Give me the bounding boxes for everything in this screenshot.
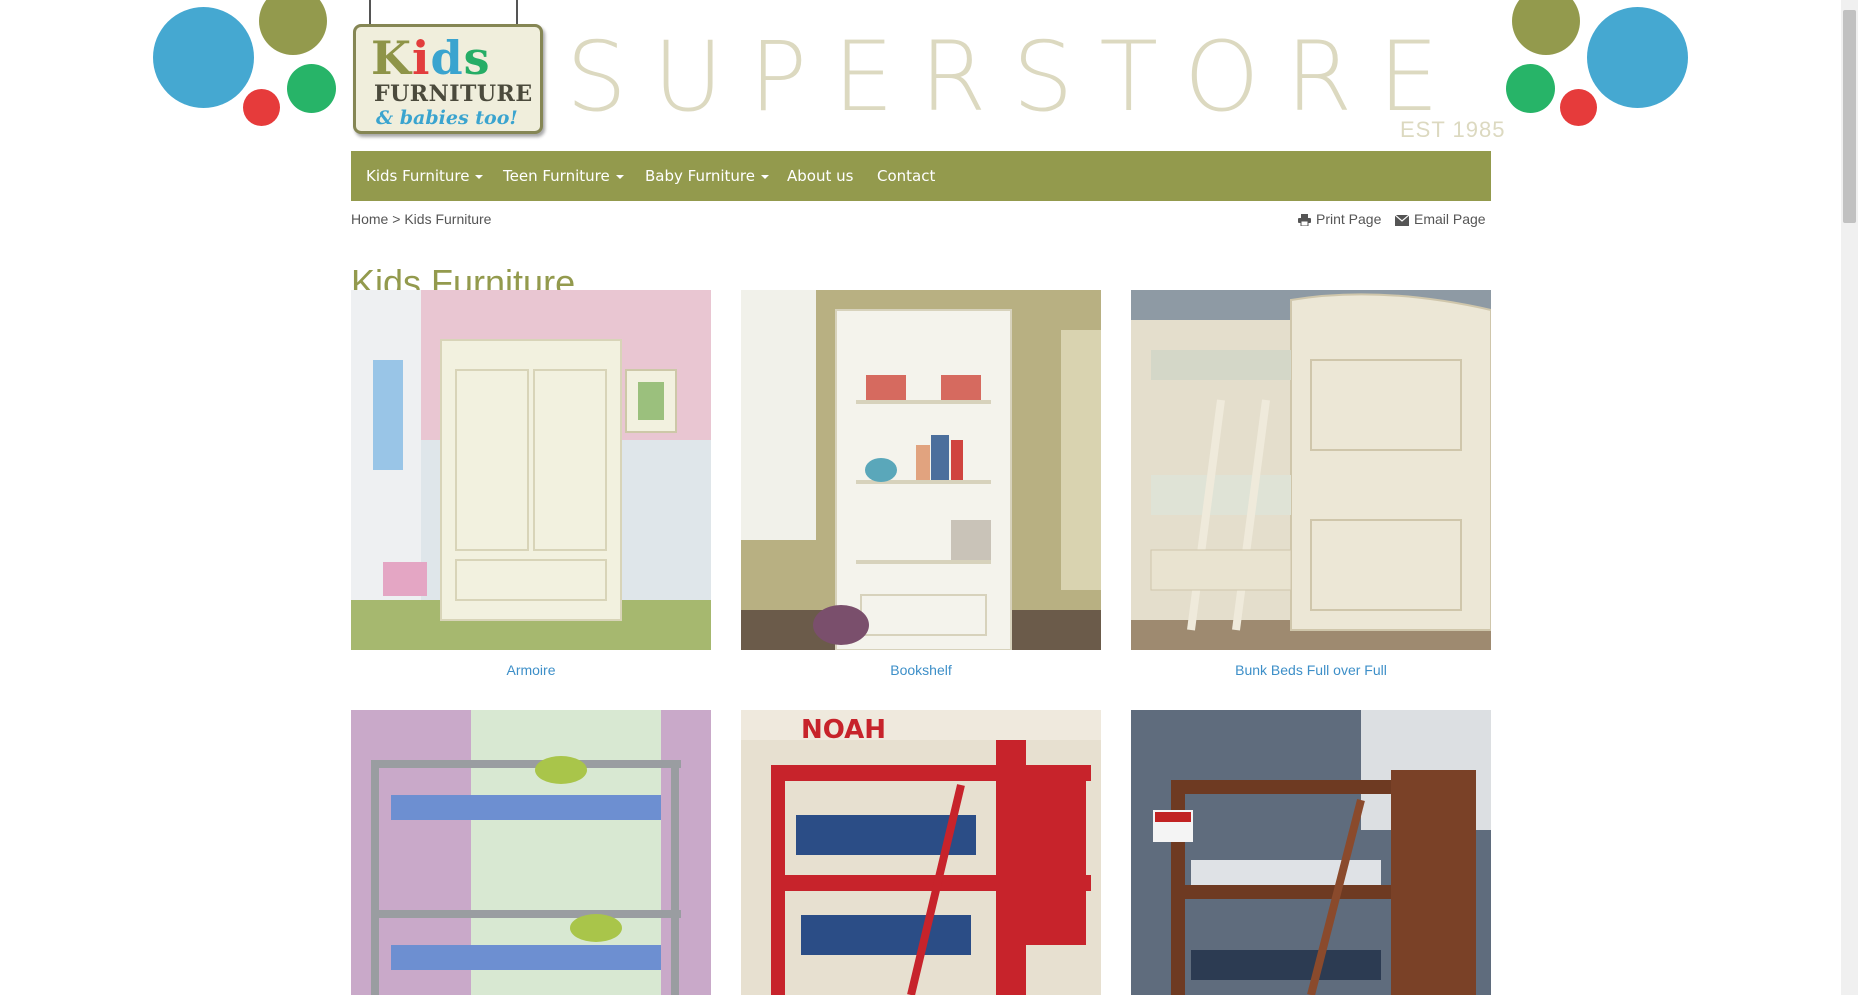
logo-letter: d bbox=[430, 31, 464, 85]
site-logo[interactable]: Kids FURNITURE & babies too! bbox=[351, 0, 545, 134]
main-nav: Kids Furniture Teen Furniture Baby Furni… bbox=[351, 151, 1491, 201]
printer-icon bbox=[1298, 214, 1311, 227]
logo-hanger bbox=[369, 0, 371, 26]
nav-teen-furniture[interactable]: Teen Furniture bbox=[503, 151, 624, 201]
product-image-bunk-beds-full[interactable] bbox=[1131, 290, 1491, 650]
product-image-wood-bunk-bed[interactable] bbox=[1131, 710, 1491, 995]
product-card[interactable]: Bookshelf bbox=[741, 290, 1101, 678]
product-card[interactable]: Armoire bbox=[351, 290, 711, 678]
nav-label: About us bbox=[787, 167, 854, 185]
product-name[interactable]: Bookshelf bbox=[741, 662, 1101, 678]
logo-letter: K bbox=[371, 31, 412, 85]
decor-dot bbox=[153, 7, 254, 108]
product-card[interactable] bbox=[351, 710, 711, 995]
nav-label: Kids Furniture bbox=[366, 167, 470, 185]
nav-label: Teen Furniture bbox=[503, 167, 610, 185]
logo-word: Kids bbox=[371, 35, 491, 81]
email-page-label: Email Page bbox=[1414, 211, 1486, 227]
logo-line-babies: & babies too! bbox=[376, 107, 518, 129]
decor-dot bbox=[259, 0, 327, 55]
scrollbar-thumb[interactable] bbox=[1843, 10, 1856, 223]
logo-card: Kids FURNITURE & babies too! bbox=[353, 24, 543, 134]
store-wordmark: SUPERSTORE bbox=[566, 21, 1465, 133]
decor-dot bbox=[1587, 7, 1688, 108]
email-page-link[interactable]: Email Page bbox=[1394, 211, 1486, 227]
decor-dot bbox=[287, 64, 336, 113]
decor-dot bbox=[1506, 64, 1555, 113]
decor-dot bbox=[243, 89, 280, 126]
product-image-bookshelf[interactable] bbox=[741, 290, 1101, 650]
caret-down-icon bbox=[761, 174, 769, 179]
envelope-icon bbox=[1394, 214, 1410, 226]
nav-baby-furniture[interactable]: Baby Furniture bbox=[645, 151, 769, 201]
product-name[interactable]: Armoire bbox=[351, 662, 711, 678]
product-image-armoire[interactable] bbox=[351, 290, 711, 650]
nav-label: Contact bbox=[877, 167, 936, 185]
breadcrumb-current: Kids Furniture bbox=[404, 211, 492, 227]
product-image-metal-bunk-bed[interactable] bbox=[351, 710, 711, 995]
page-scrollbar[interactable] bbox=[1841, 0, 1858, 995]
breadcrumb-home[interactable]: Home bbox=[351, 211, 388, 227]
print-page-label: Print Page bbox=[1316, 211, 1382, 227]
product-image-red-bunk-bed[interactable]: NOAH bbox=[741, 710, 1101, 995]
logo-letter: i bbox=[411, 31, 431, 85]
product-card[interactable]: NOAH bbox=[741, 710, 1101, 995]
product-card[interactable]: Bunk Beds Full over Full bbox=[1131, 290, 1491, 678]
decor-dot bbox=[1560, 89, 1597, 126]
breadcrumb-separator: > bbox=[392, 211, 401, 227]
product-card[interactable] bbox=[1131, 710, 1491, 995]
caret-down-icon bbox=[475, 174, 484, 179]
nav-contact[interactable]: Contact bbox=[877, 151, 935, 201]
established-year: EST 1985 bbox=[1400, 117, 1506, 142]
nav-kids-furniture[interactable]: Kids Furniture bbox=[366, 151, 484, 201]
logo-letter: s bbox=[463, 31, 491, 85]
print-page-link[interactable]: Print Page bbox=[1298, 211, 1381, 227]
product-name[interactable]: Bunk Beds Full over Full bbox=[1131, 662, 1491, 678]
nav-about-us[interactable]: About us bbox=[787, 151, 853, 201]
caret-down-icon bbox=[615, 174, 624, 179]
logo-line-furniture: FURNITURE bbox=[374, 81, 533, 107]
nav-label: Baby Furniture bbox=[645, 167, 755, 185]
breadcrumb: Home > Kids Furniture bbox=[351, 211, 491, 227]
bedroom-wall-letters: NOAH bbox=[801, 715, 886, 745]
logo-hanger bbox=[516, 0, 518, 26]
decor-dot bbox=[1512, 0, 1580, 55]
